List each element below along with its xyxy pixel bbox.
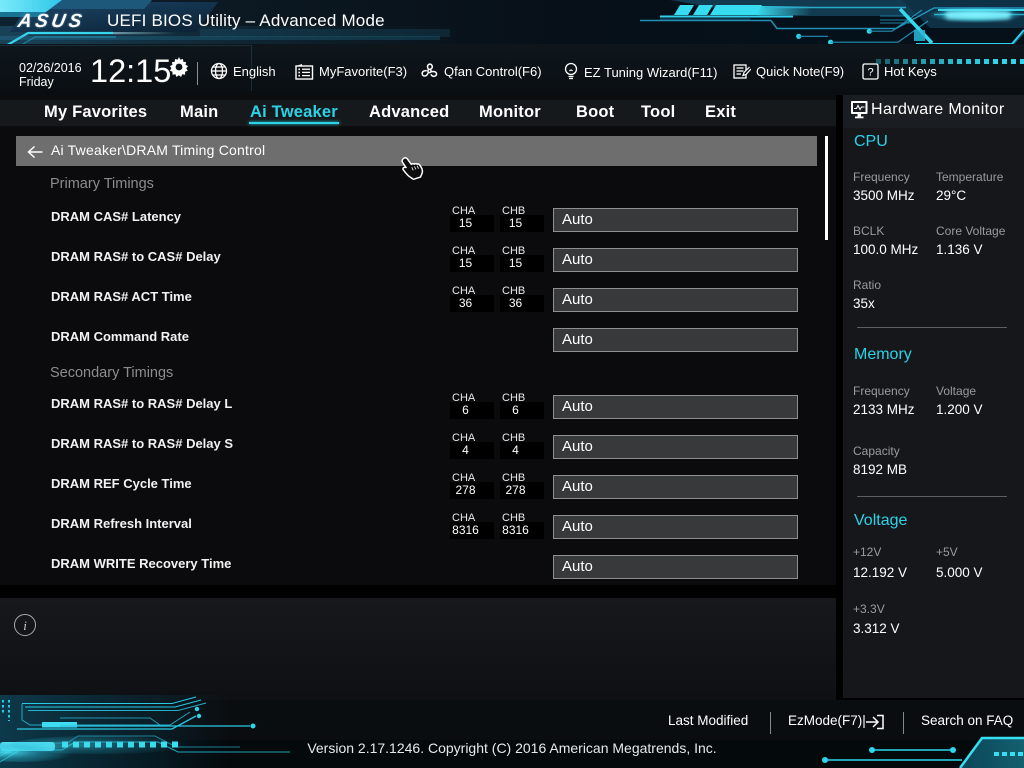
svg-text:?: ? (867, 67, 873, 79)
